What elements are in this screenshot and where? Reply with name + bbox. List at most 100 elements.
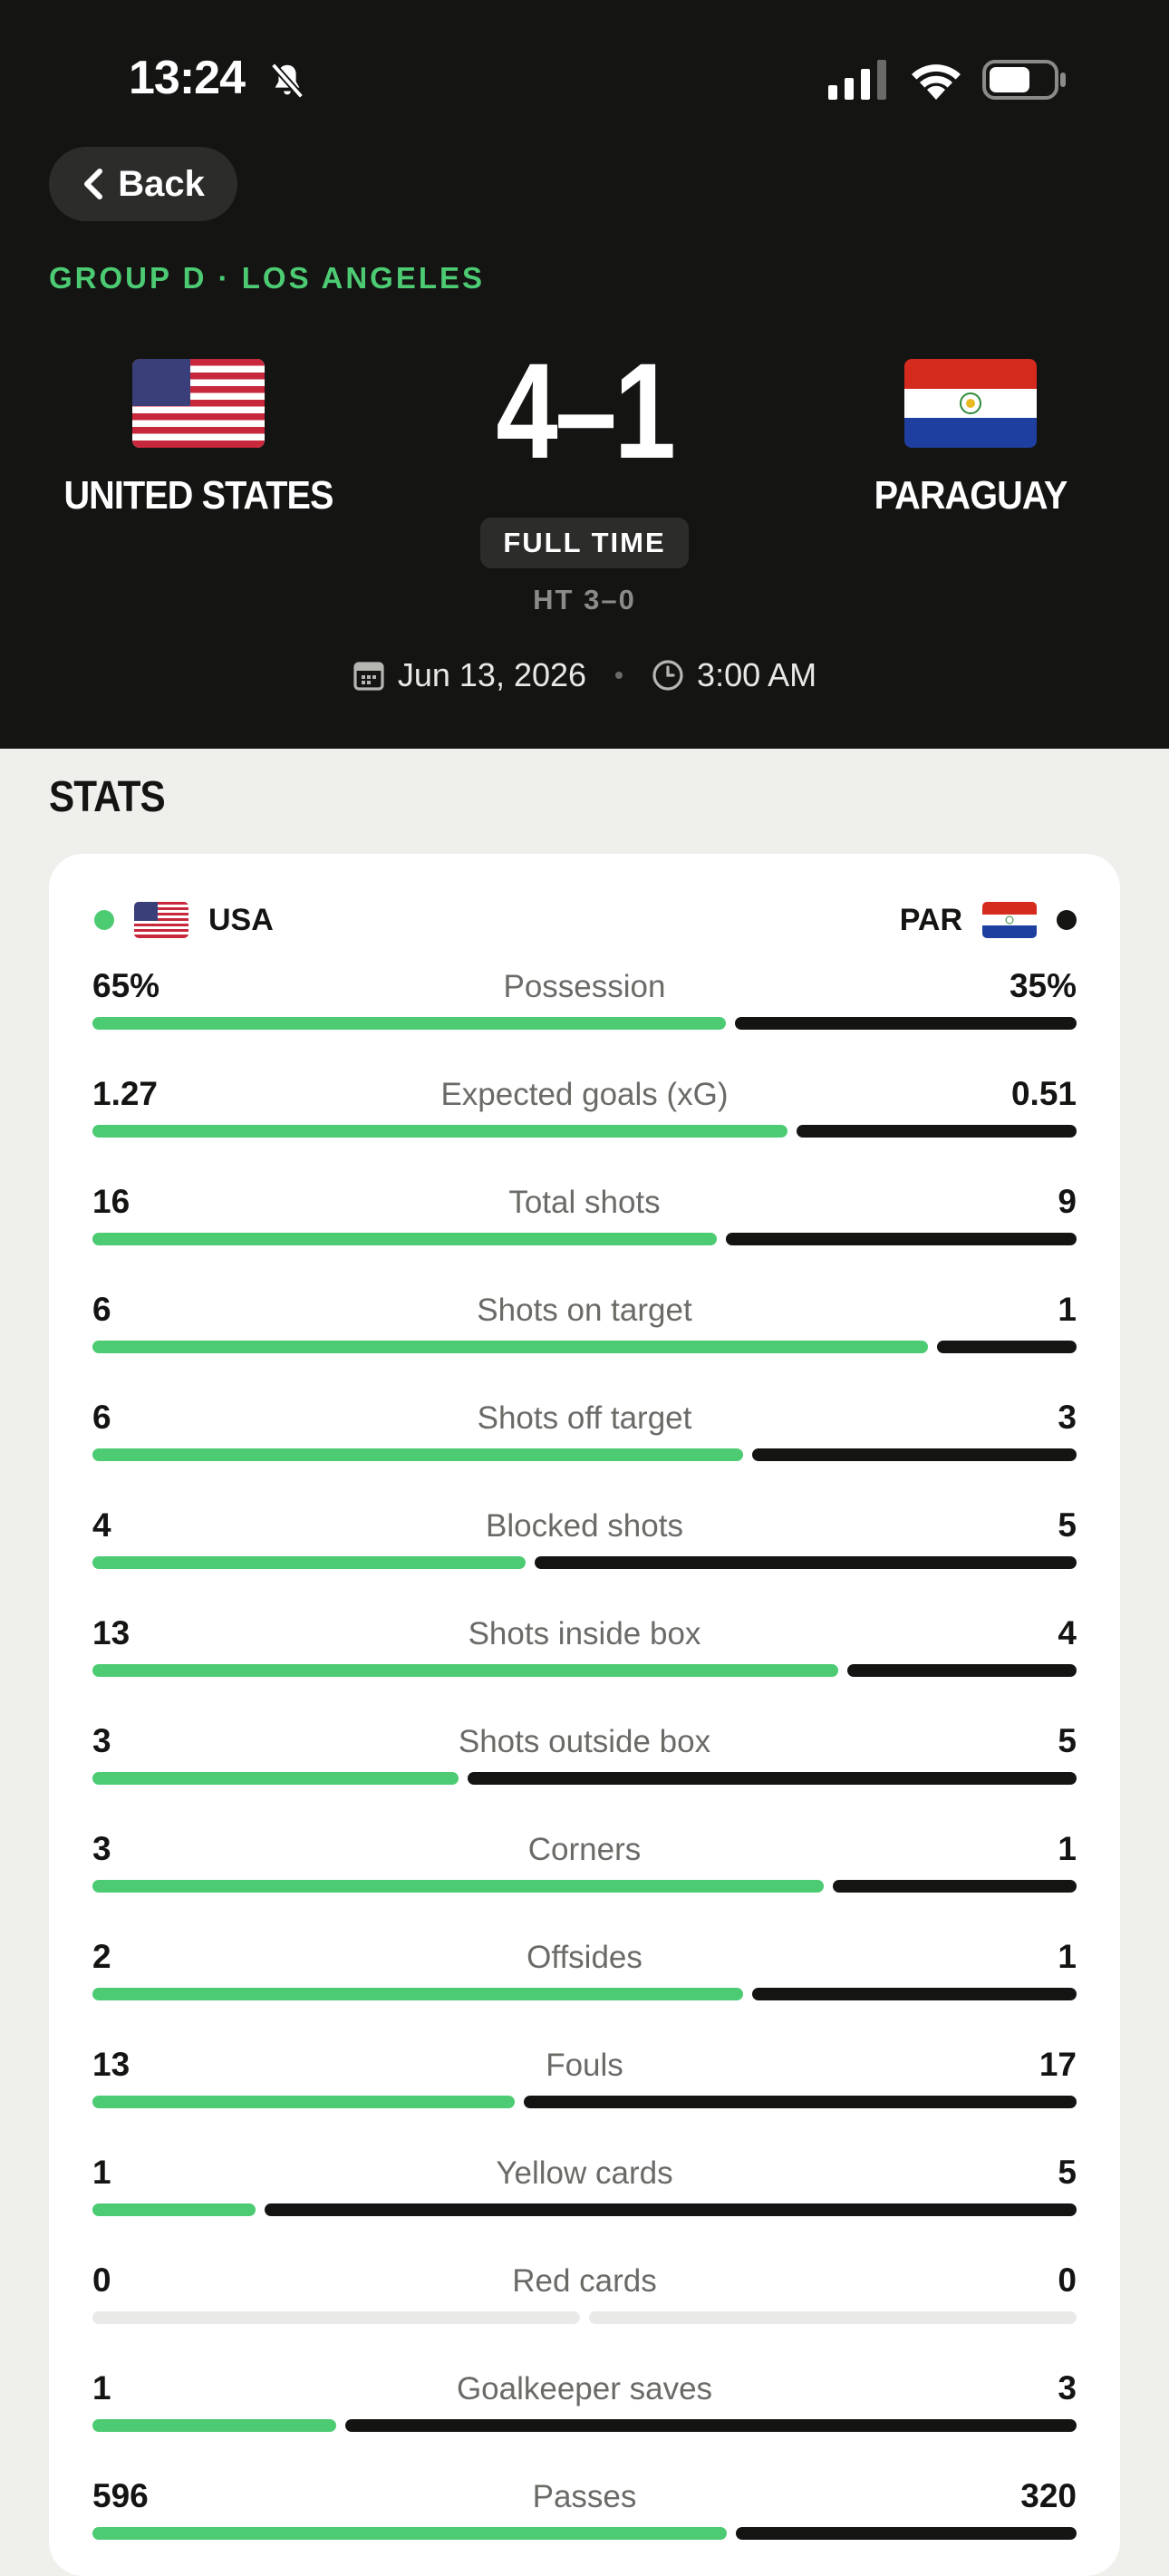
kickoff-info: Jun 13, 2026 3:00 AM [0,653,1169,698]
back-label: Back [118,163,205,204]
stat-home-bar [92,1233,717,1245]
stat-away-bar [752,1448,1077,1461]
away-legend: PAR [900,899,1077,941]
match-status-badge: FULL TIME [480,518,689,568]
calendar-icon [353,662,384,691]
away-color-dot [1057,910,1077,930]
stat-home-bar [92,2096,515,2108]
stat-away-value: 3 [1058,1399,1077,1436]
bell-off-icon [270,63,304,99]
stat-row: Shots on target 6 1 [92,1290,1077,1371]
stat-label: Total shots [508,1185,661,1220]
stat-home-bar [92,1988,743,2000]
stat-away-bar [524,2096,1077,2108]
stat-label: Red cards [512,2263,657,2299]
stat-away-bar [345,2419,1077,2432]
stat-label: Yellow cards [496,2155,673,2191]
stat-home-value: 6 [92,1399,111,1436]
stat-row: Offsides 2 1 [92,1937,1077,2019]
group-venue: GROUP D · LOS ANGELES [49,261,486,295]
stat-away-value: 17 [1039,2046,1077,2083]
stat-row: Fouls 13 17 [92,2045,1077,2126]
stat-home-value: 6 [92,1291,111,1328]
stat-home-value: 13 [92,1614,130,1651]
stat-away-bar [468,1772,1077,1785]
stat-home-value: 13 [92,2046,130,2083]
stat-label: Goalkeeper saves [456,2371,713,2407]
stat-away-bar [752,1988,1077,2000]
stats-card: USA PAR Possession 65% 35% Expected goals (… [49,854,1120,2576]
stat-label: Shots off target [477,1400,692,1436]
stat-label: Fouls [546,2048,623,2083]
stats-section-title: STATS [49,773,166,821]
home-legend: USA [94,899,274,941]
stat-row: Total shots 16 9 [92,1182,1077,1264]
match-date: Jun 13, 2026 [397,656,587,693]
halftime-score: HT 3–0 [533,584,636,615]
stat-away-bar [735,1017,1077,1030]
stat-away-value: 320 [1020,2477,1077,2514]
stat-row: Possession 65% 35% [92,966,1077,1048]
stat-home-bar [92,1880,824,1893]
cellular-signal-icon [828,60,886,100]
stat-label: Shots inside box [468,1616,701,1651]
stat-away-bar [833,1880,1077,1893]
stat-home-bar [92,2419,336,2432]
stat-row: Shots off target 6 3 [92,1398,1077,1479]
usa-flag-icon [134,902,188,938]
stat-home-bar [92,2203,256,2216]
stat-home-bar [92,1664,838,1677]
stat-away-value: 35% [1009,967,1077,1004]
stat-home-bar [92,1448,743,1461]
stat-label: Offsides [527,1940,642,1975]
stat-away-value: 9 [1058,1183,1077,1220]
wifi-icon [912,64,961,100]
stat-row: Yellow cards 1 5 [92,2153,1077,2234]
stat-home-value: 3 [92,1722,111,1759]
status-bar: 13:24 [0,0,1169,154]
paraguay-flag-icon [904,359,1037,448]
stat-away-value: 1 [1058,1291,1077,1328]
stat-away-bar [847,1664,1077,1677]
stat-home-value: 4 [92,1506,111,1544]
stat-row: Shots outside box 3 5 [92,1721,1077,1803]
stat-row: Red cards 0 0 [92,2261,1077,2342]
stat-home-value: 0 [92,2261,111,2299]
stat-away-value: 5 [1058,2154,1077,2191]
stat-home-value: 65% [92,967,160,1004]
stat-away-bar [535,1556,1077,1569]
stat-row: Shots inside box 13 4 [92,1613,1077,1695]
home-color-dot [94,910,114,930]
stat-home-bar [92,1556,526,1569]
stat-away-value: 0 [1058,2261,1077,2299]
stat-away-bar [797,1125,1077,1138]
stat-home-value: 1 [92,2154,111,2191]
stat-home-value: 3 [92,1830,111,1867]
stat-away-value: 5 [1058,1722,1077,1759]
stat-home-bar [92,1772,459,1785]
away-team-name: PARAGUAY [874,473,1068,518]
stat-home-bar [92,1125,787,1138]
stat-label: Shots outside box [458,1724,711,1759]
stat-label: Passes [532,2479,637,2514]
stat-home-value: 2 [92,1938,111,1975]
usa-flag-icon [132,359,265,448]
match-header: 13:24 Back GROUP D · LOS ANGELES UNITED … [0,0,1169,749]
match-time: 3:00 AM [697,656,817,693]
stat-row: Blocked shots 4 5 [92,1506,1077,1587]
paraguay-flag-icon [982,902,1037,938]
stat-label: Blocked shots [486,1508,683,1544]
stat-away-value: 1 [1058,1830,1077,1867]
stat-away-bar [736,2527,1077,2540]
separator-dot [615,672,623,679]
away-team-code: PAR [899,902,962,937]
stat-label: Corners [527,1832,642,1867]
match-score: 4–1 [496,334,676,487]
back-button[interactable]: Back [49,147,237,221]
stat-away-bar [937,1341,1077,1353]
stat-away-bar [265,2203,1077,2216]
stat-home-bar [92,1017,726,1030]
status-time: 13:24 [129,52,246,104]
chevron-left-icon [84,169,103,199]
stat-home-bar [92,2311,580,2324]
